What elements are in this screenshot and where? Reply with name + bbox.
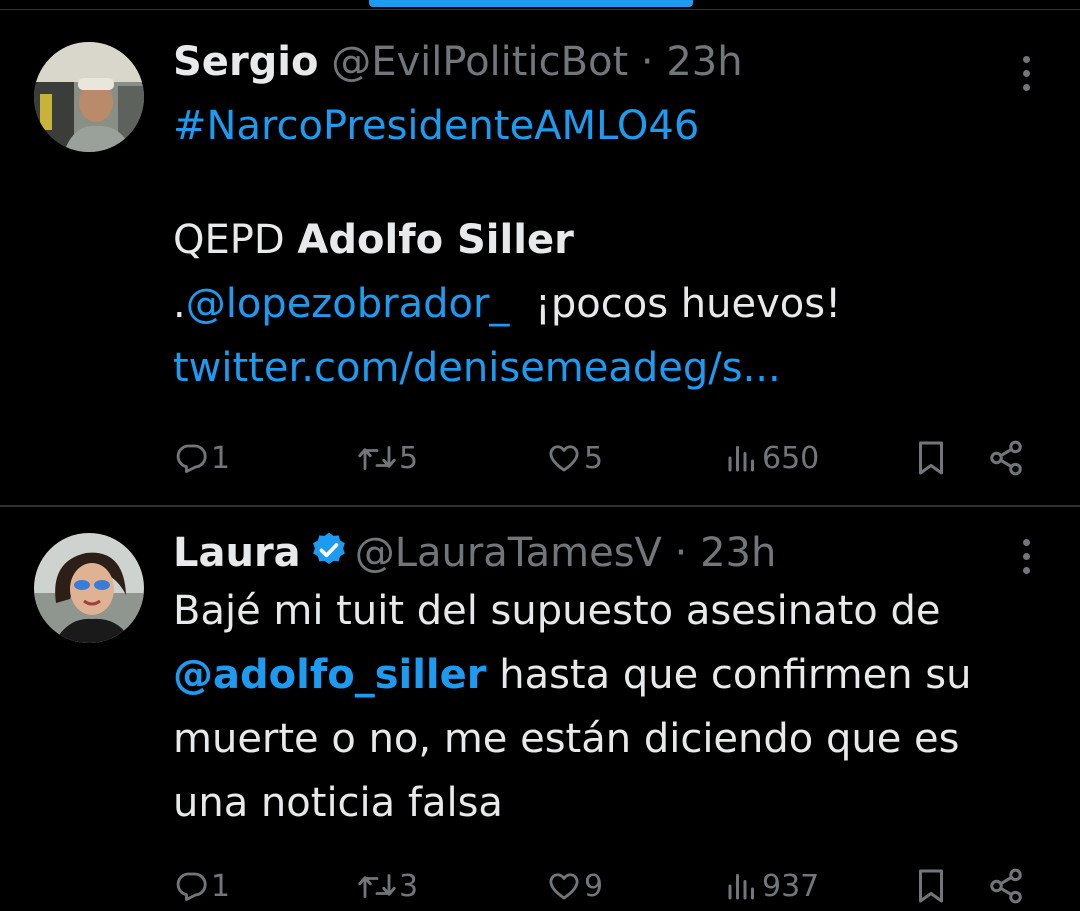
reply-button[interactable]: 1	[173, 433, 230, 483]
timestamp[interactable]: 23h	[666, 39, 742, 85]
hashtag-link[interactable]: #NarcoPresidenteAMLO46	[173, 94, 1053, 158]
reply-count: 1	[211, 868, 231, 904]
like-count: 9	[584, 868, 604, 904]
action-bar: 1 3 9 937	[0, 861, 1080, 911]
more-icon[interactable]	[1006, 531, 1046, 581]
like-button[interactable]: 9	[546, 861, 603, 911]
user-handle[interactable]: @EvilPoliticBot	[331, 39, 628, 85]
tweet[interactable]: Sergio @EvilPoliticBot · 23h #NarcoPresi…	[0, 10, 1080, 505]
like-count: 5	[584, 440, 604, 476]
share-button[interactable]	[987, 861, 1025, 911]
display-name[interactable]: Laura	[173, 530, 301, 576]
share-button[interactable]	[987, 433, 1025, 483]
header-separator: ·	[674, 530, 688, 576]
like-button[interactable]: 5	[546, 433, 603, 483]
header-separator: ·	[640, 39, 654, 85]
action-bar: 1 5 5 650	[0, 433, 1080, 483]
avatar[interactable]	[34, 42, 144, 152]
views-count: 650	[762, 440, 820, 476]
bookmark-icon	[913, 866, 949, 906]
retweet-icon	[357, 440, 397, 476]
reply-icon	[173, 868, 209, 904]
url-link[interactable]: twitter.com/denisemeadeg/s...	[173, 336, 1053, 400]
text-span: hasta que confirmen su	[486, 652, 972, 698]
reply-icon	[173, 440, 209, 476]
tweet[interactable]: Laura @LauraTamesV · 23h Bajé mi tuit del…	[0, 507, 1080, 909]
retweet-button[interactable]: 3	[357, 861, 418, 911]
text-line: @adolfo_siller hasta que confirmen su	[173, 643, 1053, 707]
like-icon	[546, 440, 582, 476]
retweet-count: 3	[399, 868, 419, 904]
tweet-header: Sergio @EvilPoliticBot · 23h	[173, 38, 743, 86]
user-handle[interactable]: @LauraTamesV	[355, 530, 662, 576]
bold-name: Adolfo Siller	[297, 217, 574, 263]
views-count: 937	[762, 868, 820, 904]
text-line: Bajé mi tuit del supuesto asesinato de	[173, 588, 941, 634]
retweet-icon	[357, 868, 397, 904]
mention-link[interactable]: @lopezobrador_	[186, 281, 510, 327]
tweet-text: Bajé mi tuit del supuesto asesinato de @…	[173, 579, 1053, 835]
share-icon	[987, 439, 1025, 477]
avatar[interactable]	[34, 533, 144, 643]
text-span: ¡pocos huevos!	[509, 281, 842, 327]
reply-count: 1	[211, 440, 231, 476]
text-span: .	[173, 281, 186, 327]
retweet-count: 5	[399, 440, 419, 476]
mention-link[interactable]: @adolfo_siller	[173, 652, 487, 698]
views-button[interactable]: 650	[724, 433, 819, 483]
bookmark-button[interactable]	[913, 861, 949, 911]
bookmark-button[interactable]	[913, 433, 949, 483]
share-icon	[987, 867, 1025, 905]
display-name[interactable]: Sergio	[173, 39, 319, 85]
text-span: QEPD	[173, 217, 298, 263]
views-button[interactable]: 937	[724, 861, 819, 911]
timestamp[interactable]: 23h	[700, 530, 776, 576]
verified-badge-icon	[309, 530, 349, 581]
bookmark-icon	[913, 438, 949, 478]
like-icon	[546, 868, 582, 904]
text-line: QEPD Adolfo Siller	[173, 208, 1053, 272]
views-icon	[724, 868, 760, 904]
reply-button[interactable]: 1	[173, 861, 230, 911]
retweet-button[interactable]: 5	[357, 433, 418, 483]
top-scroll-indicator	[369, 0, 693, 7]
text-line: una noticia falsa	[173, 780, 503, 826]
text-line: muerte o no, me están diciendo que es	[173, 716, 960, 762]
tweet-text: #NarcoPresidenteAMLO46 QEPD Adolfo Sille…	[173, 94, 1053, 400]
more-icon[interactable]	[1006, 48, 1046, 98]
views-icon	[724, 440, 760, 476]
text-line: .@lopezobrador_ ¡pocos huevos!	[173, 272, 1053, 336]
tweet-header: Laura @LauraTamesV · 23h	[173, 529, 776, 581]
